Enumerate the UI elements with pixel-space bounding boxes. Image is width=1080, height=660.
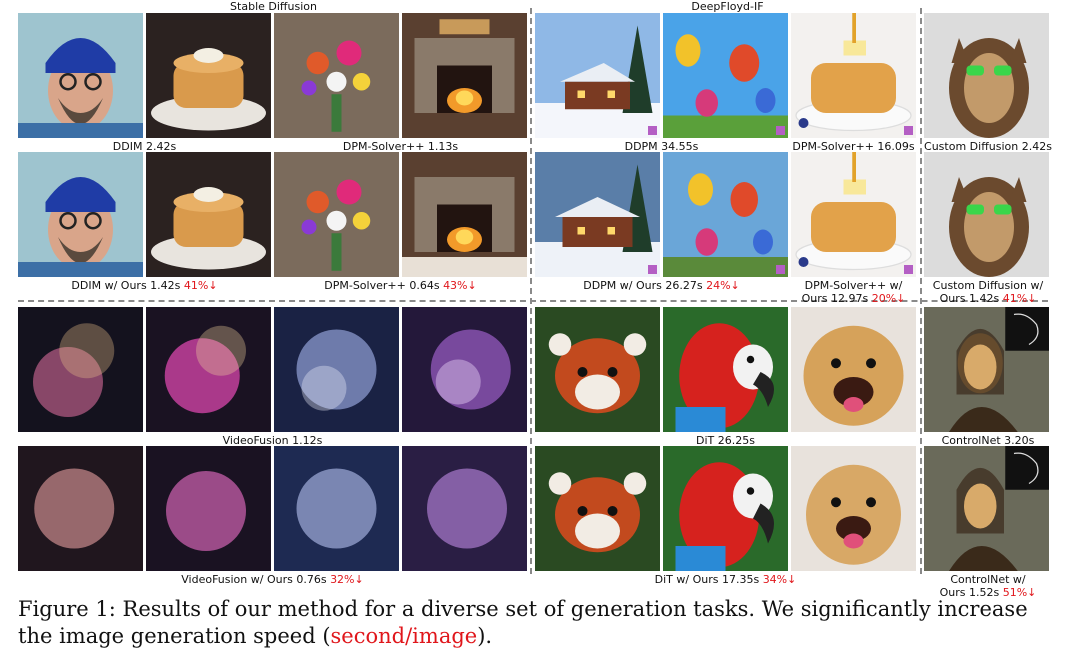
- image-snow-cabin: [535, 13, 660, 138]
- image-mona-lisa-controlnet-ours: [924, 446, 1049, 571]
- image-fireworks-1: [18, 307, 143, 432]
- label-dpm-solver-if-ours: DPM-Solver++ w/ Ours 12.97s 20%↓: [801, 279, 906, 305]
- image-fireworks-4: [402, 307, 527, 432]
- section-title-stable-diffusion: Stable Diffusion: [230, 0, 317, 13]
- speedup-dpm-sd: 43%↓: [443, 279, 477, 292]
- image-bearded-man-ours: [18, 152, 143, 277]
- image-snow-cabin-ours: [535, 152, 660, 277]
- image-fireworks-1-ours: [18, 446, 143, 571]
- image-golden-retriever-ours: [791, 446, 916, 571]
- image-fireworks-3-ours: [274, 446, 399, 571]
- watermark-badge: [904, 265, 913, 274]
- image-flowers: [274, 13, 399, 138]
- label-ddpm-ours: DDPM w/ Ours 26.27s 24%↓: [583, 279, 740, 292]
- image-pancakes-syrup-ours: [791, 152, 916, 277]
- image-parrot-ours: [663, 446, 788, 571]
- image-bearded-man: [18, 13, 143, 138]
- speedup-dpm-if: 20%↓: [871, 292, 906, 305]
- image-fireworks-4-ours: [402, 446, 527, 571]
- image-balloons: [663, 13, 788, 138]
- watermark-badge: [648, 126, 657, 135]
- speedup-dit: 34%↓: [762, 573, 797, 586]
- image-fireworks-3: [274, 307, 399, 432]
- image-golden-retriever: [791, 307, 916, 432]
- speedup-videofusion: 32%↓: [330, 573, 364, 586]
- label-ddim-ours: DDIM w/ Ours 1.42s 41%↓: [71, 279, 218, 292]
- speedup-ddpm: 24%↓: [706, 279, 740, 292]
- watermark-badge: [648, 265, 657, 274]
- watermark-badge: [776, 265, 785, 274]
- section-title-deepfloyd: DeepFloyd-IF: [691, 0, 764, 13]
- figure-caption: Figure 1: Results of our method for a di…: [18, 597, 1028, 648]
- image-fireworks-2: [146, 307, 271, 432]
- image-parrot: [663, 307, 788, 432]
- image-fireplace: [402, 13, 527, 138]
- speedup-custom: 41%↓: [1002, 292, 1037, 305]
- image-pancakes: [146, 13, 271, 138]
- watermark-badge: [776, 126, 785, 135]
- image-red-panda-ours: [535, 446, 660, 571]
- watermark-badge: [904, 126, 913, 135]
- image-pancakes-ours: [146, 152, 271, 277]
- divider-vertical-center: [530, 8, 532, 574]
- image-pancakes-syrup: [791, 13, 916, 138]
- image-flowers-ours: [274, 152, 399, 277]
- label-dit-ours: DiT w/ Ours 17.35s 34%↓: [654, 573, 797, 586]
- image-cat-sunglasses: [924, 13, 1049, 138]
- image-fireworks-2-ours: [146, 446, 271, 571]
- image-cat-sunglasses-ours: [924, 152, 1049, 277]
- label-videofusion-ours: VideoFusion w/ Ours 0.76s 32%↓: [181, 573, 364, 586]
- image-red-panda: [535, 307, 660, 432]
- image-fireplace-ours: [402, 152, 527, 277]
- caption-highlight: second/image: [330, 624, 478, 648]
- divider-vertical-right: [920, 8, 922, 574]
- speedup-ddim: 41%↓: [183, 279, 218, 292]
- image-balloons-ours: [663, 152, 788, 277]
- image-mona-lisa-controlnet: [924, 307, 1049, 432]
- label-dpm-solver-sd-ours: DPM-Solver++ 0.64s 43%↓: [324, 279, 477, 292]
- label-custom-diffusion-ours: Custom Diffusion w/ Ours 1.42s 41%↓: [932, 279, 1044, 305]
